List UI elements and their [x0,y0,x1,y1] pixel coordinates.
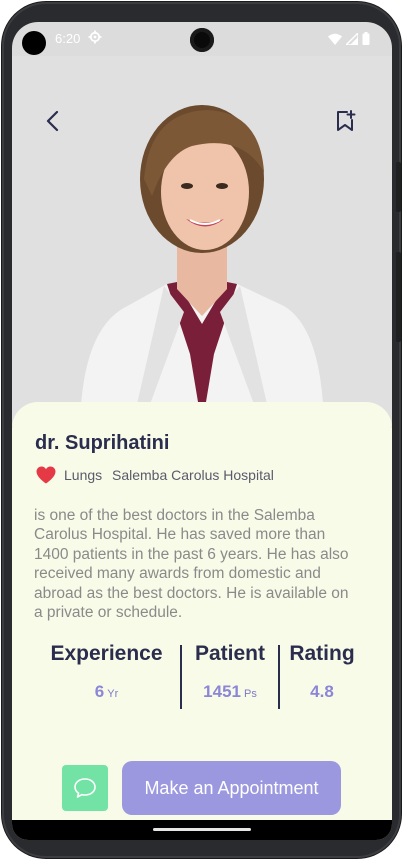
stat-experience-title: Experience [50,642,163,665]
home-indicator[interactable] [153,828,251,831]
stat-patient-unit: Ps [243,688,257,700]
heart-icon[interactable] [36,466,56,484]
power-button [396,252,401,342]
stat-rating: Rating 4.8 [280,642,364,710]
status-bar: 6:20 [12,22,392,56]
bookmark-add-icon[interactable] [332,108,358,134]
doctor-photo [80,105,324,426]
doctor-name: dr. Suprihatini [35,432,170,454]
status-icons [328,32,370,45]
screen: 6:20 dr. Suprihatini Lungs Salemba Carol… [12,22,392,840]
front-camera [190,28,214,52]
doctor-bio: is one of the best doctors in the Salemb… [34,507,349,622]
stat-patient-number: 1451 [203,682,241,701]
stat-patient-title: Patient [194,642,265,665]
phone-frame: 6:20 dr. Suprihatini Lungs Salemba Carol… [2,2,401,858]
doctor-hospital: Salemba Carolus Hospital [112,467,274,483]
volume-button [396,162,401,212]
chat-button[interactable] [62,765,108,811]
chat-bubble-icon [74,778,96,798]
battery-icon [362,32,370,45]
stat-rating-title: Rating [289,642,355,665]
doctor-hero [12,56,392,426]
status-time: 6:20 [55,31,81,46]
wifi-icon [328,33,342,45]
settings-icon [88,30,102,44]
stat-experience: Experience 6 Yr [34,642,179,710]
signal-icon [346,32,358,45]
stat-experience-number: 6 [94,682,105,701]
stat-patient: Patient 1451 Ps [182,642,278,710]
doctor-specialty: Lungs [64,467,103,483]
make-appointment-button[interactable]: Make an Appointment [122,761,341,815]
camera-cutout [22,31,46,55]
stat-experience-unit: Yr [107,688,119,700]
stat-rating-value: 4.8 [310,682,334,701]
chevron-left-icon[interactable] [40,108,66,134]
stat-patient-value: 1451 Ps [182,682,278,702]
doctor-stats: Experience 6 Yr Patient 1451 Ps Rating 4.8 [34,642,364,710]
navigation-bar [12,820,392,840]
stat-experience-value: 6 Yr [34,682,179,702]
